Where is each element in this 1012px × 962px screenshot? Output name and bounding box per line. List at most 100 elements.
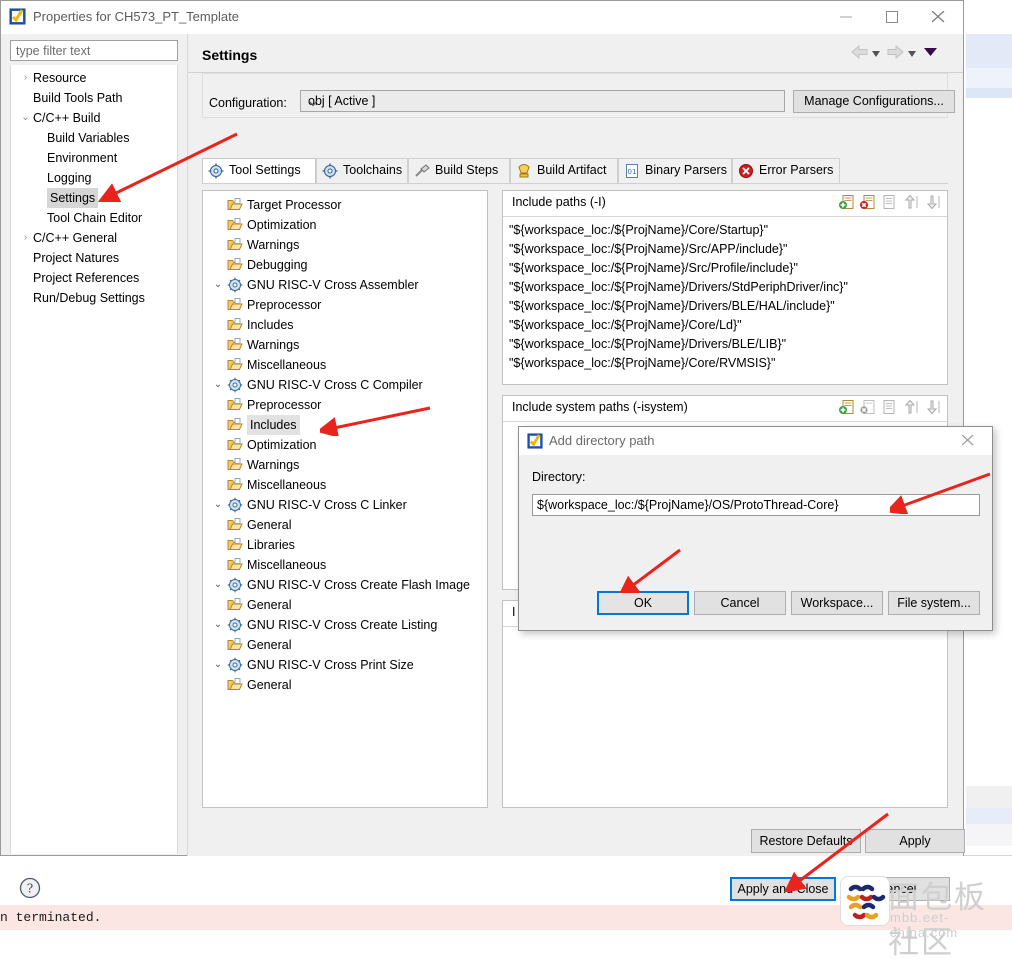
include-paths-panel: Include paths (-I) "${workspace_loc:/${P… — [502, 190, 948, 385]
restore-defaults-button[interactable]: Restore Defaults — [751, 829, 861, 853]
chevron-down-icon[interactable]: ⌄ — [211, 655, 225, 675]
tool-tree-item-label: Target Processor — [247, 198, 342, 212]
nav-back-menu-icon[interactable] — [872, 47, 881, 61]
tab-error-parsers[interactable]: Error Parsers — [732, 158, 840, 184]
dialog-cancel-button[interactable]: Cancel — [694, 591, 786, 615]
filter-placeholder: type filter text — [16, 44, 91, 58]
folder-page-icon — [227, 457, 243, 473]
tab-label: Tool Settings — [229, 163, 301, 177]
dialog-title: Add directory path — [549, 433, 655, 448]
nav-forward-button[interactable] — [885, 44, 905, 63]
tool-settings-tree[interactable]: Target Processor Optimization Warnings Debu… — [202, 190, 488, 808]
tab-build-steps[interactable]: Build Steps — [408, 158, 510, 184]
add-icon[interactable] — [839, 399, 855, 418]
include-path-entry[interactable]: "${workspace_loc:/${ProjName}/Src/APP/in… — [509, 240, 947, 259]
folder-page-icon — [227, 317, 243, 333]
folder-page-icon — [227, 597, 243, 613]
move-up-icon[interactable] — [902, 194, 919, 213]
apply-button[interactable]: Apply — [865, 829, 965, 853]
include-path-entry[interactable]: "${workspace_loc:/${ProjName}/Drivers/St… — [509, 278, 947, 297]
chevron-down-icon[interactable]: ⌄ — [211, 615, 225, 635]
view-menu-icon[interactable] — [924, 46, 938, 60]
tab-label: Build Steps — [435, 163, 499, 177]
move-up-icon[interactable] — [902, 399, 919, 418]
move-down-icon[interactable] — [924, 399, 941, 418]
window-titlebar: Properties for CH573_PT_Template — [1, 1, 963, 34]
bg-right-strip-2 — [966, 68, 1012, 88]
include-path-entry[interactable]: "${workspace_loc:/${ProjName}/Drivers/BL… — [509, 297, 947, 316]
tool-tree-item-label: Optimization — [247, 218, 317, 232]
configuration-label: Configuration: — [209, 96, 287, 110]
error-red-icon — [738, 163, 754, 179]
nav-forward-menu-icon[interactable] — [908, 47, 917, 61]
tool-tree-item-label: General — [247, 678, 292, 692]
delete-icon[interactable] — [860, 399, 876, 418]
chevron-down-icon[interactable]: ⌄ — [211, 275, 225, 295]
gear-blue-icon — [227, 497, 243, 513]
folder-page-icon — [227, 637, 243, 653]
include-path-entry[interactable]: "${workspace_loc:/${ProjName}/Core/Ld}" — [509, 316, 947, 335]
tab-label: Toolchains — [343, 163, 403, 177]
tab-build-artifact[interactable]: Build Artifact — [510, 158, 618, 184]
close-button[interactable] — [917, 1, 963, 32]
gear-blue-icon — [227, 577, 243, 593]
file-system-button[interactable]: File system... — [888, 591, 980, 615]
checkbox-app-icon — [9, 8, 26, 25]
manage-configurations-button[interactable]: Manage Configurations... — [793, 90, 955, 113]
maximize-button[interactable] — [871, 1, 917, 32]
include-path-entry[interactable]: "${workspace_loc:/${ProjName}/Core/RVMSI… — [509, 354, 947, 373]
chevron-down-icon[interactable]: ⌄ — [211, 575, 225, 595]
nav-back-button[interactable] — [850, 44, 870, 63]
help-icon[interactable]: ? — [19, 877, 41, 899]
tool-tree-item-label: GNU RISC-V Cross C Compiler — [247, 378, 423, 392]
configuration-select[interactable]: obj [ Active ] — [300, 90, 785, 112]
bg-right-strip-4 — [966, 786, 1012, 808]
binary-icon: 01 — [624, 163, 640, 179]
chevron-down-icon[interactable]: ⌄ — [211, 375, 225, 395]
sidebar-item-label: Build Variables — [47, 131, 130, 145]
tool-tree-item-label: Miscellaneous — [247, 558, 327, 572]
folder-page-icon — [227, 197, 243, 213]
include-paths-header: Include paths (-I) — [503, 191, 947, 217]
settings-tree[interactable]: › Resource Build Tools Path ⌄ C/C++ Buil… — [10, 65, 178, 854]
sidebar-item-label: C/C++ Build — [33, 111, 101, 125]
workspace-button[interactable]: Workspace... — [791, 591, 883, 615]
tool-tree-item-label: GNU RISC-V Cross Assembler — [247, 278, 419, 292]
include-files-panel: I — [502, 600, 948, 808]
edit-icon[interactable] — [881, 194, 897, 213]
console-output: n terminated. — [0, 910, 102, 925]
minimize-button[interactable] — [825, 1, 871, 32]
delete-icon[interactable] — [860, 194, 876, 213]
filter-input[interactable]: type filter text — [10, 40, 178, 61]
ok-button[interactable]: OK — [597, 591, 689, 615]
include-path-entry[interactable]: "${workspace_loc:/${ProjName}/Core/Start… — [509, 221, 947, 240]
move-down-icon[interactable] — [924, 194, 941, 213]
gear-blue-icon — [322, 163, 338, 179]
include-path-entry[interactable]: "${workspace_loc:/${ProjName}/Drivers/BL… — [509, 335, 947, 354]
tool-tree-item-label: GNU RISC-V Cross Create Flash Image — [247, 578, 470, 592]
tab-tool-settings[interactable]: Tool Settings — [202, 158, 316, 184]
tab-label: Build Artifact — [537, 163, 607, 177]
tool-tree-item-label: General — [247, 598, 292, 612]
include-files-list[interactable] — [503, 627, 947, 807]
folder-page-icon — [227, 337, 243, 353]
include-path-entry[interactable]: "${workspace_loc:/${ProjName}/Src/Profil… — [509, 259, 947, 278]
tool-tree-item-label: General — [247, 518, 292, 532]
tab-binary-parsers[interactable]: 01 Binary Parsers — [618, 158, 732, 184]
tab-toolchains[interactable]: Toolchains — [316, 158, 408, 184]
bg-right-strip-6 — [966, 824, 1012, 846]
dialog-close-button[interactable] — [948, 427, 988, 454]
folder-page-icon — [227, 237, 243, 253]
add-icon[interactable] — [839, 194, 855, 213]
edit-icon[interactable] — [881, 399, 897, 418]
tool-tree-item-label: GNU RISC-V Cross C Linker — [247, 498, 407, 512]
cancel-button[interactable]: Cancel — [844, 877, 950, 901]
include-paths-list[interactable]: "${workspace_loc:/${ProjName}/Core/Start… — [503, 217, 947, 384]
directory-input[interactable]: ${workspace_loc:/${ProjName}/OS/ProtoThr… — [532, 494, 980, 516]
apply-and-close-button[interactable]: Apply and Close — [730, 877, 836, 901]
sidebar-item-label: Tool Chain Editor — [47, 211, 143, 225]
folder-page-icon — [227, 677, 243, 693]
tool-tree-item-label: Includes — [247, 318, 294, 332]
folder-page-icon — [227, 217, 243, 233]
chevron-down-icon[interactable]: ⌄ — [211, 495, 225, 515]
